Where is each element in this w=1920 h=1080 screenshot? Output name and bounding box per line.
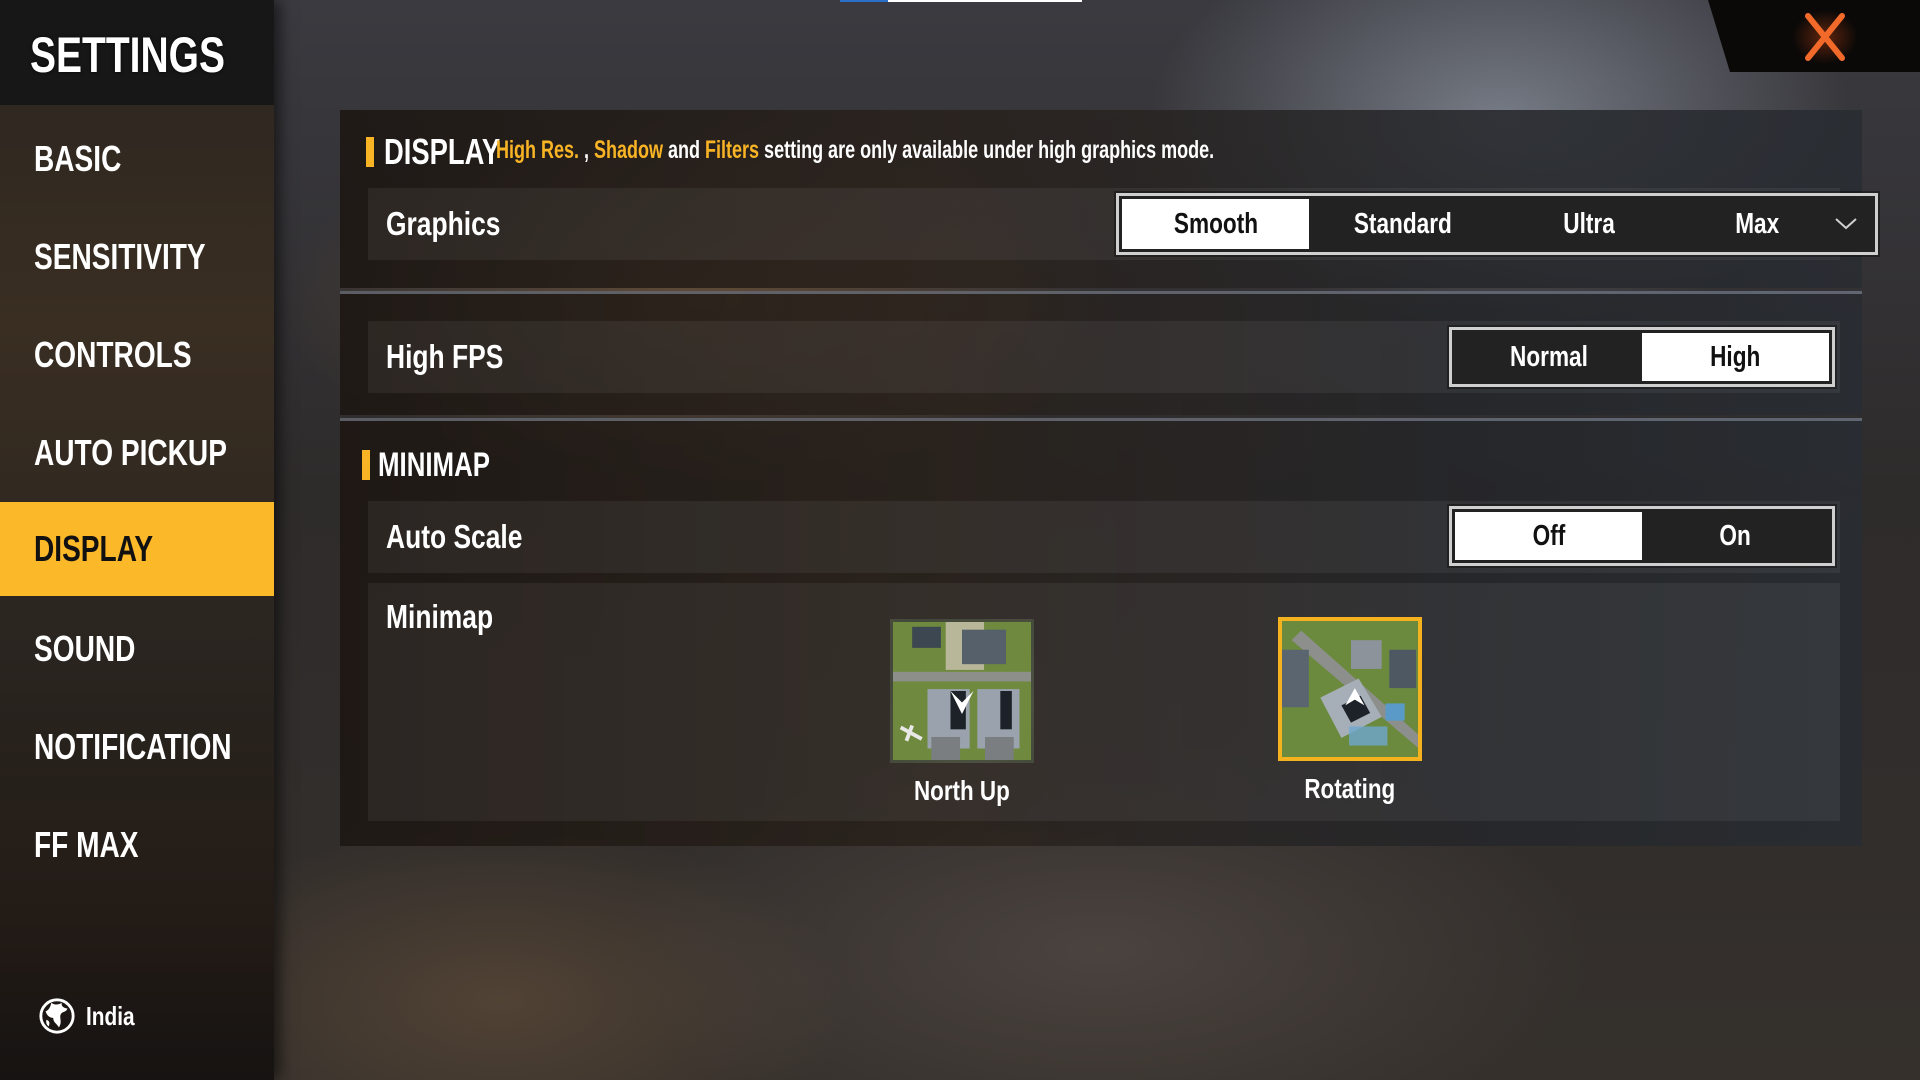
region-selector[interactable]: India <box>38 995 147 1037</box>
graphics-notice: High Res. , Shadow and Filters setting a… <box>496 136 1215 164</box>
auto-scale-option-on[interactable]: On <box>1642 512 1829 560</box>
fps-section: High FPS Normal High <box>340 291 1862 415</box>
fps-option-normal[interactable]: Normal <box>1455 333 1642 381</box>
sidebar-item-label: CONTROLS <box>34 334 192 375</box>
high-fps-row: High FPS Normal High <box>368 321 1840 393</box>
sidebar: SETTINGS BASIC SENSITIVITY CONTROLS AUTO… <box>0 0 274 1080</box>
region-label: India <box>86 1000 135 1031</box>
rotating-label: Rotating <box>1304 773 1396 804</box>
page-title: SETTINGS <box>30 27 226 83</box>
graphics-option-standard[interactable]: Standard <box>1309 199 1496 249</box>
auto-scale-option-off[interactable]: Off <box>1455 512 1642 560</box>
graphics-selector: Smooth Standard Ultra Max <box>1116 193 1878 255</box>
sidebar-item-ff-max[interactable]: FF MAX <box>0 798 274 892</box>
minimap-mode-label: Minimap <box>386 598 494 635</box>
sidebar-item-label: AUTO PICKUP <box>34 432 227 473</box>
section-title: MINIMAP <box>378 445 490 484</box>
minimap-mode-row: Minimap North Up Rotating <box>368 583 1840 821</box>
graphics-row: Graphics Smooth Standard Ultra Max <box>368 188 1878 260</box>
sidebar-item-controls[interactable]: CONTROLS <box>0 308 274 402</box>
graphics-option-smooth[interactable]: Smooth <box>1122 199 1309 249</box>
north-up-thumbnail <box>890 619 1034 763</box>
sidebar-item-display[interactable]: DISPLAY <box>0 502 274 596</box>
sidebar-item-sensitivity[interactable]: SENSITIVITY <box>0 210 274 304</box>
minimap-option-north-up[interactable]: North Up <box>887 619 1037 807</box>
sidebar-item-label: FF MAX <box>34 824 139 865</box>
sidebar-item-notification[interactable]: NOTIFICATION <box>0 700 274 794</box>
north-up-map-image <box>893 622 1031 760</box>
accent-bar <box>362 450 370 480</box>
minimap-section-header: MINIMAP <box>362 443 525 487</box>
high-fps-selector: Normal High <box>1449 327 1835 387</box>
sidebar-item-basic[interactable]: BASIC <box>0 112 274 206</box>
top-progress-strip <box>840 0 1082 2</box>
top-progress-fill <box>840 0 888 2</box>
sidebar-item-label: DISPLAY <box>34 528 154 569</box>
section-title: DISPLAY <box>384 131 501 172</box>
close-button[interactable] <box>1790 8 1860 66</box>
high-fps-label: High FPS <box>386 338 504 375</box>
graphics-label: Graphics <box>386 205 501 242</box>
fps-option-high[interactable]: High <box>1642 333 1829 381</box>
sidebar-item-auto-pickup[interactable]: AUTO PICKUP <box>0 406 274 500</box>
auto-scale-row: Auto Scale Off On <box>368 501 1840 573</box>
accent-bar <box>366 137 374 167</box>
auto-scale-label: Auto Scale <box>386 518 523 555</box>
close-icon <box>1805 13 1845 61</box>
sidebar-item-sound[interactable]: SOUND <box>0 602 274 696</box>
graphics-option-max[interactable]: Max <box>1683 199 1872 249</box>
graphics-option-ultra[interactable]: Ultra <box>1496 199 1683 249</box>
auto-scale-selector: Off On <box>1449 506 1835 566</box>
globe-icon <box>39 998 75 1034</box>
sidebar-item-label: BASIC <box>34 138 122 179</box>
chevron-down-icon[interactable] <box>1834 217 1858 231</box>
minimap-option-rotating[interactable]: Rotating <box>1275 617 1425 805</box>
north-up-label: North Up <box>914 775 1010 806</box>
sidebar-item-label: NOTIFICATION <box>34 726 232 767</box>
rotating-thumbnail <box>1278 617 1422 761</box>
sidebar-item-label: SOUND <box>34 628 136 669</box>
sidebar-header: SETTINGS <box>0 0 274 105</box>
sidebar-item-label: SENSITIVITY <box>34 236 206 277</box>
minimap-section: MINIMAP Auto Scale Off On Minimap North … <box>340 418 1862 846</box>
rotating-map-image <box>1282 621 1418 757</box>
